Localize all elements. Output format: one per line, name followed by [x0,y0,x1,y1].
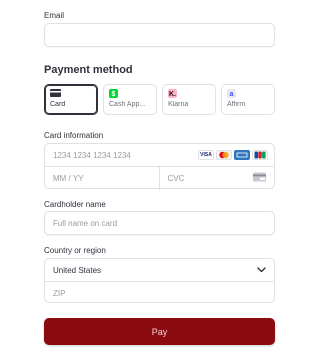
affirm-icon: a [227,89,269,98]
expiry-placeholder: MM / YY [53,174,84,183]
card-icon [50,89,92,98]
svg-text:a: a [230,91,234,98]
chevron-down-icon [257,266,266,275]
tab-klarna[interactable]: K. Klarna [162,84,216,115]
klarna-icon: K. [168,89,210,98]
tab-klarna-label: Klarna [168,101,189,108]
country-group: United States ZIP [44,258,275,303]
pay-button-label: Pay [151,326,168,337]
country-label: Country or region [44,246,106,255]
card-info-label: Card information [44,131,104,140]
card-number-field[interactable]: 1234 1234 1234 1234 VISA [45,144,274,167]
card-number-placeholder: 1234 1234 1234 1234 [53,150,131,160]
country-value: United States [53,265,102,275]
card-info-group: 1234 1234 1234 1234 VISA MM / YY CVC [44,143,275,190]
cvc-field[interactable]: CVC [160,167,275,190]
cardholder-placeholder: Full name on card [53,218,118,228]
email-label: Email [44,11,65,20]
zip-field[interactable]: ZIP [45,282,274,304]
pay-button[interactable]: Pay [44,318,275,345]
zip-placeholder: ZIP [53,288,66,298]
payment-method-tabs: Card $ Cash App... K. Klarna a Affirm [44,84,275,115]
email-field[interactable] [44,23,275,47]
tab-affirm-label: Affirm [227,101,246,108]
tab-card[interactable]: Card [44,84,98,115]
tab-cash-app[interactable]: $ Cash App... [103,84,157,115]
mastercard-icon [216,150,232,160]
card-brands: VISA [198,150,268,160]
cvc-card-icon [253,172,267,184]
svg-text:K.: K. [169,91,176,98]
cardholder-label: Cardholder name [44,200,106,209]
cardholder-name-field[interactable]: Full name on card [44,211,275,235]
jcb-icon [252,150,268,160]
country-select[interactable]: United States [45,259,274,282]
tab-affirm[interactable]: a Affirm [221,84,275,115]
visa-icon: VISA [198,150,214,160]
cvc-placeholder: CVC [167,174,185,183]
svg-text:$: $ [112,91,116,98]
amex-icon [234,150,250,160]
tab-cash-app-label: Cash App... [109,101,146,108]
payment-method-title: Payment method [44,64,133,76]
cash-app-icon: $ [109,89,151,98]
expiry-field[interactable]: MM / YY [45,167,160,190]
tab-card-label: Card [50,101,66,108]
